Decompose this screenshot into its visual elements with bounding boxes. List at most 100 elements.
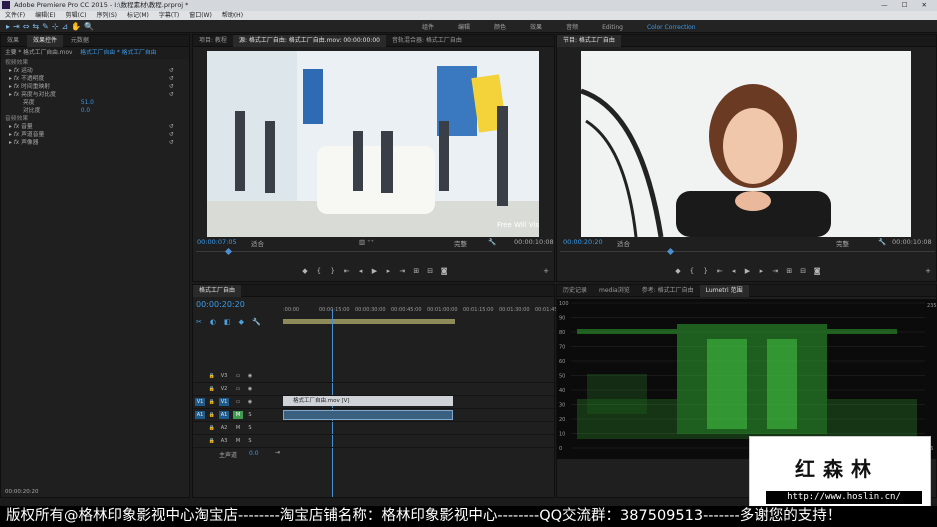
lock-icon[interactable]: 🔒 [207, 424, 217, 432]
source-scrub-bar[interactable] [196, 247, 552, 257]
overwrite-icon[interactable]: ⊟ [424, 267, 436, 275]
track-target[interactable]: V2 [219, 385, 229, 393]
program-marker-icon[interactable]: ◆ [672, 267, 684, 275]
video-clip[interactable]: 格式工厂自由.mov [V] [283, 396, 453, 406]
step-back-icon[interactable]: ◂ [355, 267, 367, 275]
camera-icon[interactable]: ◙ [438, 267, 450, 275]
program-mark-out-icon[interactable]: } [700, 267, 712, 275]
program-add-button-icon[interactable]: + [922, 267, 934, 275]
eye-icon[interactable]: ◉ [245, 372, 255, 380]
scopes-tab-2[interactable]: 参考: 格式工厂自由 [636, 285, 700, 297]
program-step-back-icon[interactable]: ◂ [728, 267, 740, 275]
eye-icon[interactable]: ◉ [245, 385, 255, 393]
track-target[interactable]: A2 [219, 424, 229, 432]
track-target[interactable]: A1 [219, 411, 229, 419]
tab-effects[interactable]: 效果 [1, 35, 25, 47]
menu-item-0[interactable]: 文件(F) [0, 11, 30, 20]
extract-icon[interactable]: ⊟ [797, 267, 809, 275]
source-tab-0[interactable]: 项目: 教程 [193, 35, 233, 47]
workspace-tab-5[interactable]: Editing [590, 24, 635, 31]
sync-lock-icon[interactable]: ▭ [233, 372, 243, 380]
menu-item-6[interactable]: 窗口(W) [184, 11, 217, 20]
audio-effect-row[interactable]: ▸ fx 声道音量 ↺ [1, 131, 189, 139]
source-mark-icons[interactable]: ▥ ⁺⁺ [359, 238, 374, 246]
mute-button[interactable]: M [233, 437, 243, 445]
workspace-tab-6[interactable]: Color Correction [635, 24, 708, 31]
audio-effect-row[interactable]: ▸ fx 音量 ↺ [1, 123, 189, 131]
eye-icon[interactable]: ◉ [245, 398, 255, 406]
source-tab-1[interactable]: 源: 格式工厂自由: 格式工厂自由.mov: 00:00:00:00 [232, 35, 386, 47]
track-target[interactable]: A3 [219, 437, 229, 445]
wrench-icon[interactable]: 🔧 [488, 238, 496, 246]
lock-icon[interactable]: 🔒 [207, 398, 217, 406]
lock-icon[interactable]: 🔒 [207, 411, 217, 419]
source-patch[interactable]: V1 [195, 398, 205, 406]
marker-icon[interactable]: ◆ [299, 267, 311, 275]
menu-item-3[interactable]: 序列(S) [92, 11, 123, 20]
source-timecode[interactable]: 00:00:07:05 [197, 238, 237, 246]
program-timecode[interactable]: 00:00:20:20 [563, 238, 603, 246]
mark-in-icon[interactable]: { [313, 267, 325, 275]
insert-icon[interactable]: ⊞ [410, 267, 422, 275]
timeline-timecode[interactable]: 00:00:20:20 [196, 300, 245, 309]
program-quality-select[interactable]: 完整 [836, 238, 849, 248]
workspace-tab-0[interactable]: 组件 [410, 22, 446, 31]
mute-button[interactable]: M [233, 411, 243, 419]
tab-program[interactable]: 节目: 格式工厂自由 [557, 35, 621, 47]
program-step-forward-icon[interactable]: ▸ [755, 267, 767, 275]
video-effect-row[interactable]: ▸ fx 不透明度 ↺ [1, 75, 189, 83]
tab-timeline-sequence[interactable]: 格式工厂自由 [193, 285, 242, 297]
master-end-icon[interactable]: ⇥ [275, 449, 280, 456]
sync-lock-icon[interactable]: ▭ [233, 385, 243, 393]
go-to-out-icon[interactable]: ⇥ [396, 267, 408, 275]
timeline-tools[interactable]: ✂◐◧◆🔧 [196, 318, 269, 326]
solo-button[interactable]: S [245, 424, 255, 432]
mute-button[interactable]: M [233, 424, 243, 432]
sequence-header[interactable]: 格式工厂自由 * 格式工厂自由 [80, 50, 156, 56]
video-effect-row[interactable]: ▸ fx 亮度与对比度 ↺ [1, 91, 189, 99]
program-play-icon[interactable]: ▶ [742, 267, 754, 275]
source-playhead[interactable] [224, 247, 233, 256]
tab-metadata[interactable]: 元数据 [65, 35, 95, 47]
reset-icon[interactable]: ↺ [169, 67, 174, 75]
source-quality-select[interactable]: 完整 [454, 238, 467, 248]
contrast-value[interactable]: 0.0 [81, 108, 90, 114]
go-to-in-icon[interactable]: ⇤ [341, 267, 353, 275]
video-effect-row[interactable]: ▸ fx 时间重映射 ↺ [1, 83, 189, 91]
reset-icon[interactable]: ↺ [169, 139, 174, 147]
reset-icon[interactable]: ↺ [169, 131, 174, 139]
source-tab-2[interactable]: 音轨混合器: 格式工厂自由 [386, 35, 468, 47]
tools-toolbar[interactable]: ▸⇥⇔⇆✎⊹⊿✋🔍 [6, 22, 97, 31]
master-value[interactable]: 0.0 [249, 450, 259, 457]
solo-button[interactable]: S [245, 437, 255, 445]
reset-icon[interactable]: ↺ [169, 123, 174, 131]
menu-item-7[interactable]: 帮助(H) [217, 11, 248, 20]
menu-item-4[interactable]: 标记(M) [122, 11, 154, 20]
scopes-tab-1[interactable]: media浏览 [593, 285, 636, 297]
program-wrench-icon[interactable]: 🔧 [878, 238, 886, 246]
add-button-icon[interactable]: + [540, 267, 552, 275]
step-forward-icon[interactable]: ▸ [382, 267, 394, 275]
program-go-to-out-icon[interactable]: ⇥ [769, 267, 781, 275]
workspace-tab-3[interactable]: 效果 [518, 22, 554, 31]
track-target[interactable]: V3 [219, 372, 229, 380]
program-mark-in-icon[interactable]: { [686, 267, 698, 275]
menu-item-1[interactable]: 编辑(E) [30, 11, 60, 20]
play-icon[interactable]: ▶ [369, 267, 381, 275]
sync-lock-icon[interactable]: ▭ [233, 398, 243, 406]
workspace-tab-1[interactable]: 编辑 [446, 22, 482, 31]
timeline-ruler[interactable]: :00:00 00:00:15:00 00:00:30:00 00:00:45:00 0… [283, 305, 559, 317]
lock-icon[interactable]: 🔒 [207, 385, 217, 393]
workspace-tab-4[interactable]: 音频 [554, 22, 590, 31]
audio-clip[interactable] [283, 410, 453, 420]
program-go-to-in-icon[interactable]: ⇤ [714, 267, 726, 275]
track-target[interactable]: V1 [219, 398, 229, 406]
scopes-tab-0[interactable]: 历史记录 [557, 285, 593, 297]
lock-icon[interactable]: 🔒 [207, 437, 217, 445]
program-fit-select[interactable]: 适合 [617, 238, 630, 248]
program-playhead[interactable] [666, 247, 675, 256]
window-controls[interactable]: — ☐ ✕ [881, 0, 933, 11]
mark-out-icon[interactable]: } [327, 267, 339, 275]
lock-icon[interactable]: 🔒 [207, 372, 217, 380]
menu-item-2[interactable]: 剪辑(C) [61, 11, 92, 20]
